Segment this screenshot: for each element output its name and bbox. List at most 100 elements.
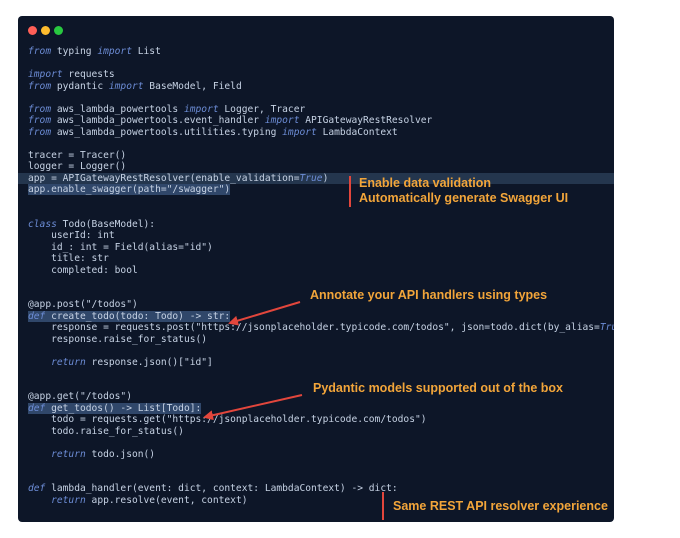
code-token: aws_lambda_powertools.utilities.typing [51,126,283,138]
annotation-validation: Enable data validation [359,176,491,190]
code-token: def [28,402,46,414]
code-token: logger = Logger() [28,161,127,172]
code-line: def lambda_handler(event: dict, context:… [28,483,608,495]
code-line: todo = requests.get("https://jsonplaceho… [28,414,608,426]
code-token: id_: int = Field(alias="id") [28,241,213,253]
code-token: List [131,46,161,57]
annotation-swagger: Automatically generate Swagger UI [359,191,569,205]
code-line: from pydantic import BaseModel, Field [28,81,608,93]
code-token: return [51,448,86,460]
code-token: todo = requests.get("https://jsonplaceho… [28,414,427,425]
code-token: requests [62,69,115,80]
code-token: from [28,126,52,138]
code-token: get_todos() -> List[Todo]: [45,402,202,414]
code-line: from aws_lambda_powertools.event_handler… [28,115,608,127]
code-window: from typing import List import requests fr… [18,16,614,522]
code-line: class Todo(BaseModel): [28,219,608,231]
code-line: completed: bool [28,265,608,277]
annotation-types: Annotate your API handlers using types [310,288,548,302]
code-line: return response.json()["id"] [28,357,608,369]
code-token: app.resolve(event, context) [85,494,248,506]
code-token: from [28,115,52,126]
code-token: userId: int [28,230,115,241]
code-line: app = APIGatewayRestResolver(enable_vali… [18,172,614,184]
code-token: LambdaContext [316,126,398,138]
code-block: from typing import List import requests fr… [18,46,614,506]
code-line: id_: int = Field(alias="id") [28,242,608,254]
code-token: Logger, Tracer [218,103,306,115]
code-token: app.enable_swagger(path="/swagger") [28,184,231,195]
code-line: import requests [28,69,608,81]
code-token: todo.json() [85,448,156,460]
code-line: userId: int [28,230,608,242]
code-line: def create_todo(todo: Todo) -> str: [28,310,608,323]
code-token: lambda_handler(event: dict, context: Lam… [45,483,398,494]
code-token: True [299,172,323,184]
code-token: return [51,356,86,368]
code-line: todo.raise_for_status() [28,426,608,438]
code-token: response = requests.post("https://jsonpl… [28,322,600,333]
code-line: return todo.json() [28,449,608,461]
code-token: BaseModel, Field [143,80,242,92]
code-token: create_todo(todo: Todo) -> str: [45,310,231,322]
code-line: tracer = Tracer() [28,150,608,162]
code-token: import [282,126,317,138]
code-line: response = requests.post("https://jsonpl… [28,322,614,334]
code-token: True [599,322,614,333]
code-token: Todo(BaseModel): [56,218,156,230]
code-token: response.raise_for_status() [28,333,208,345]
code-line: from aws_lambda_powertools.utilities.typ… [28,127,608,139]
close-dot[interactable] [28,26,37,35]
code-token: def [28,483,46,494]
marker-bar-validation [349,176,351,207]
code-token: return [51,494,86,506]
code-token: @app.post("/todos") [28,299,138,310]
code-token: from [28,46,52,57]
code-line: def get_todos() -> List[Todo]: [28,402,608,415]
code-token: import [97,46,132,57]
annotation-pydantic: Pydantic models supported out of the box [313,381,564,395]
code-token: app = APIGatewayRestResolver(enable_vali… [28,172,300,184]
code-token: response.json()["id"] [85,356,213,368]
code-token: aws_lambda_powertools [51,103,184,115]
code-line: response.raise_for_status() [28,334,608,346]
code-token: typing [51,46,98,57]
code-token: title: str [28,253,109,264]
code-token: class [28,218,57,230]
code-line: from typing import List [28,46,608,58]
code-token: ) [322,172,329,184]
code-token: import [183,103,219,115]
code-token: APIGatewayRestResolver [299,115,433,126]
code-line: title: str [28,253,608,265]
code-token: completed: bool [28,264,138,276]
minimize-dot[interactable] [41,26,50,35]
code-token: todo.raise_for_status() [28,425,184,437]
code-line: logger = Logger() [28,161,608,173]
code-token: import [108,80,144,92]
code-token: from [28,103,52,115]
code-token: @app.get("/todos") [28,391,132,402]
code-token: import [264,115,300,126]
code-token: def [28,310,46,322]
marker-bar-resolver [382,492,384,520]
annotation-resolver: Same REST API resolver experience [393,499,608,513]
code-token: from [28,80,52,92]
code-token: tracer = Tracer() [28,149,127,161]
code-line: from aws_lambda_powertools import Logger… [28,104,608,116]
code-token: pydantic [51,80,109,92]
maximize-dot[interactable] [54,26,63,35]
code-token: aws_lambda_powertools.event_handler [51,115,265,126]
